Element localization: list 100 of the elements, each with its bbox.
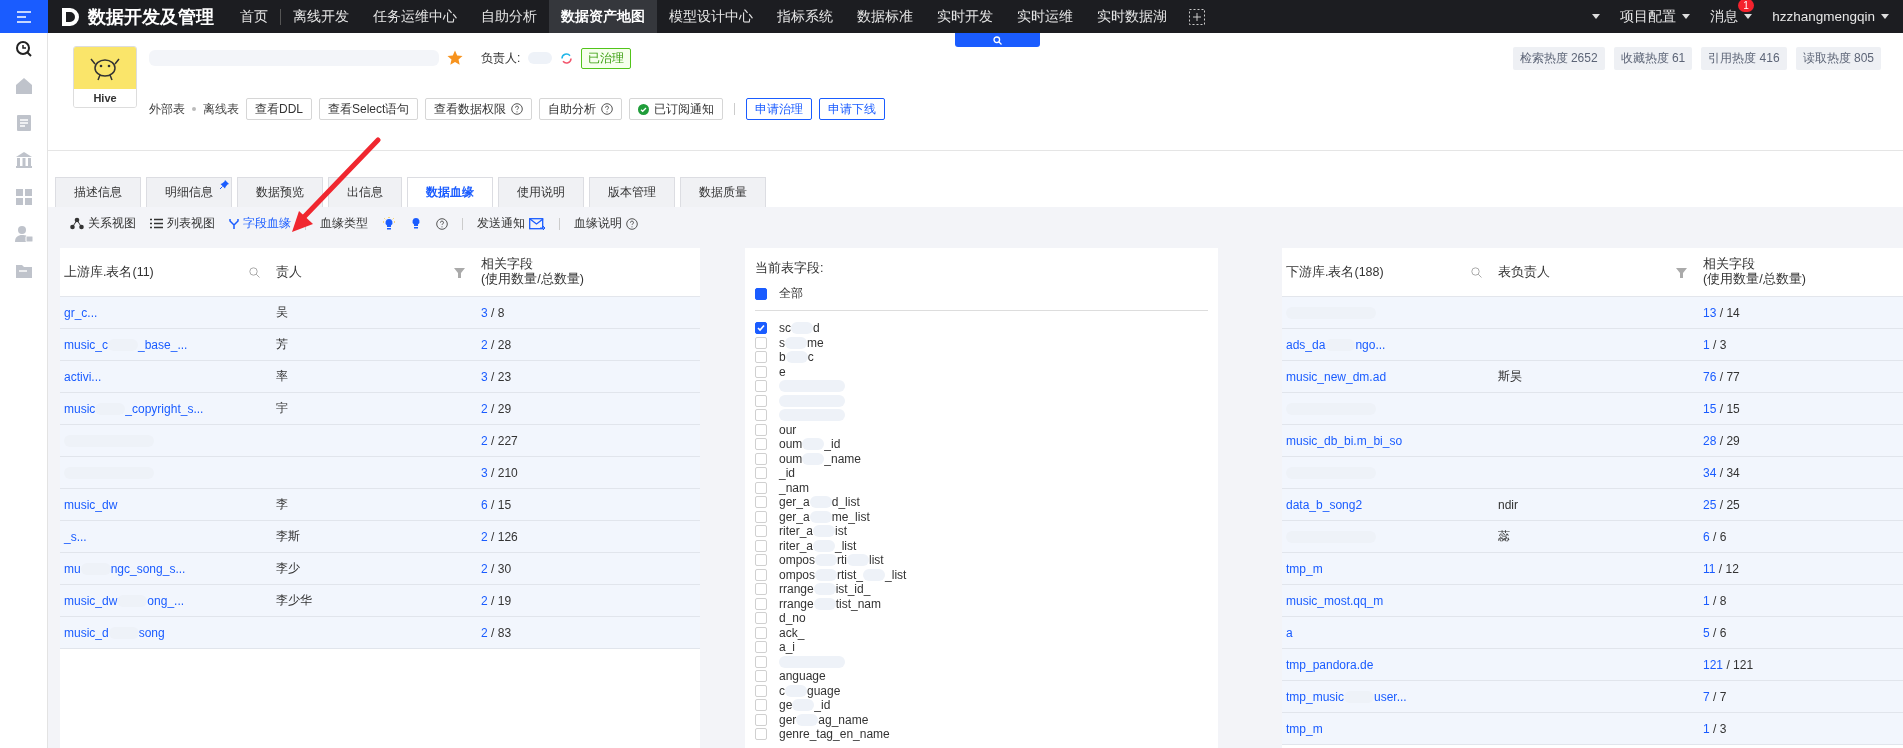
tab[interactable]: 数据质量 [680,177,766,207]
filter-icon[interactable] [454,266,465,278]
tab[interactable]: 使用说明 [498,177,584,207]
menu-button[interactable] [0,0,48,33]
field-name: list [869,553,884,568]
nav-item[interactable]: 指标系统 [765,0,845,33]
table-name-link[interactable]: tmp_m [1286,561,1323,576]
owner-name: 李少 [276,560,300,577]
home-icon[interactable] [13,76,34,96]
action-button[interactable]: 查看DDL [246,98,312,120]
field-name: _nam [779,480,810,495]
bank-icon[interactable] [13,150,34,170]
table-name-link[interactable]: music [64,401,96,416]
filter-icon[interactable] [1676,266,1687,278]
tab[interactable]: 明细信息 [146,177,232,207]
table-name-link[interactable]: tmp_music [1286,689,1344,704]
table-name-link[interactable]: ads_da [1286,337,1326,352]
field-count: 7 / 7 [1703,689,1727,704]
nav-item[interactable]: 离线开发 [281,0,361,33]
tab[interactable]: 出信息 [328,177,402,207]
list-icon [150,218,163,229]
owner-name: 吴 [276,304,288,321]
table-name-link[interactable]: tmp_pandora.de [1286,657,1374,672]
table-name-link[interactable]: user... [1374,689,1407,704]
search-button[interactable] [955,33,1040,47]
field-name: _list [885,567,907,582]
field-count: 34 / 34 [1703,465,1740,480]
field-name: a_i [779,640,795,655]
table-name-link[interactable]: tmp_m [1286,721,1323,736]
column-header: 上游库.表名(11) [64,264,154,280]
nav-item[interactable]: 数据标准 [845,0,925,33]
grid-icon[interactable] [13,187,34,207]
table-name-link[interactable]: music_dw [64,593,118,608]
nodes-icon [70,217,84,230]
tab[interactable]: 数据血缘 [407,177,493,207]
nav-menu[interactable]: hzzhangmengqin [1772,9,1875,24]
nav-item[interactable]: 模型设计中心 [657,0,765,33]
bulb-icon[interactable] [382,216,396,231]
field-name: anguage [779,669,826,684]
field-name: guage [807,683,841,698]
lineage-help-button[interactable]: 血缘说明 [574,215,638,232]
search-icon[interactable] [13,39,34,59]
nav-item[interactable]: 实时运维 [1005,0,1085,33]
table-name-link[interactable]: activi... [64,369,102,384]
tab[interactable]: 数据预览 [237,177,323,207]
table-name-link[interactable]: _copyright_s... [125,401,204,416]
tab[interactable]: 版本管理 [589,177,675,207]
table-name-link[interactable]: _s... [64,529,87,544]
table-name-link[interactable]: gr_c... [64,305,98,320]
action-button[interactable]: 自助分析 [539,98,623,120]
caret-icon [1744,14,1753,19]
table-name-link[interactable]: music_dw [64,497,118,512]
nav-menu[interactable]: 消息 [1710,7,1739,26]
table-name-link[interactable]: ngc_song_s... [110,561,186,576]
view-toggle[interactable]: 列表视图 [150,215,215,232]
action-button[interactable]: 查看数据权限 [425,98,533,120]
action-button[interactable]: 申请下线 [819,98,886,120]
view-toggle[interactable]: 字段血缘 [229,215,291,232]
table-name-link[interactable]: ngo... [1355,337,1386,352]
view-toggle[interactable]: 关系视图 [70,215,136,232]
table-name-link[interactable]: music_c [64,337,108,352]
field-count: 1 / 3 [1703,337,1727,352]
table-name-link[interactable]: _base_... [138,337,188,352]
field-name: _id [824,437,841,452]
field-count: 6 / 6 [1703,529,1727,544]
nav-item[interactable]: 自助分析 [469,0,549,33]
field-count: 76 / 77 [1703,369,1740,384]
nav-item[interactable]: 实时数据湖 [1085,0,1179,33]
select-all-checkbox[interactable] [755,287,767,300]
field-checkbox[interactable] [755,322,767,335]
table-name-link[interactable]: mu [64,561,81,576]
table-name-link[interactable]: music_d [64,625,109,640]
action-button[interactable]: 申请治理 [746,98,813,120]
nav-item[interactable]: 数据资产地图 [549,0,657,33]
stat-tag: 收藏热度 61 [1613,47,1693,70]
field-count: 2 / 126 [481,529,518,544]
table-name-link[interactable]: song [138,625,165,640]
star-icon[interactable] [447,50,463,66]
field-name: rti [837,553,848,568]
nav-menu[interactable]: 项目配置 [1620,7,1677,26]
sync-icon[interactable] [560,51,574,65]
bulb-icon[interactable] [410,217,422,230]
user-icon[interactable] [13,224,34,244]
notify-button[interactable]: 发送通知 [477,215,545,232]
add-icon[interactable] [1189,8,1205,25]
field-name: me_list [831,509,870,524]
table-name-link[interactable]: ong_... [147,593,185,608]
action-button[interactable]: 已订阅通知 [629,98,724,120]
field-count: 15 / 15 [1703,401,1740,416]
nav-item[interactable]: 首页 [228,0,280,33]
table-type-label: 外部表 [149,100,185,118]
table-name-link[interactable]: a [1286,625,1293,640]
tab[interactable]: 描述信息 [55,177,141,207]
nav-item[interactable]: 实时开发 [925,0,1005,33]
menu-icon [17,10,31,23]
table-name-link[interactable]: data_b_song2 [1286,497,1363,512]
help-icon [601,103,614,115]
nav-item[interactable]: 任务运维中心 [361,0,469,33]
action-button[interactable]: 查看Select语句 [319,98,419,120]
pin-icon[interactable] [220,180,229,189]
